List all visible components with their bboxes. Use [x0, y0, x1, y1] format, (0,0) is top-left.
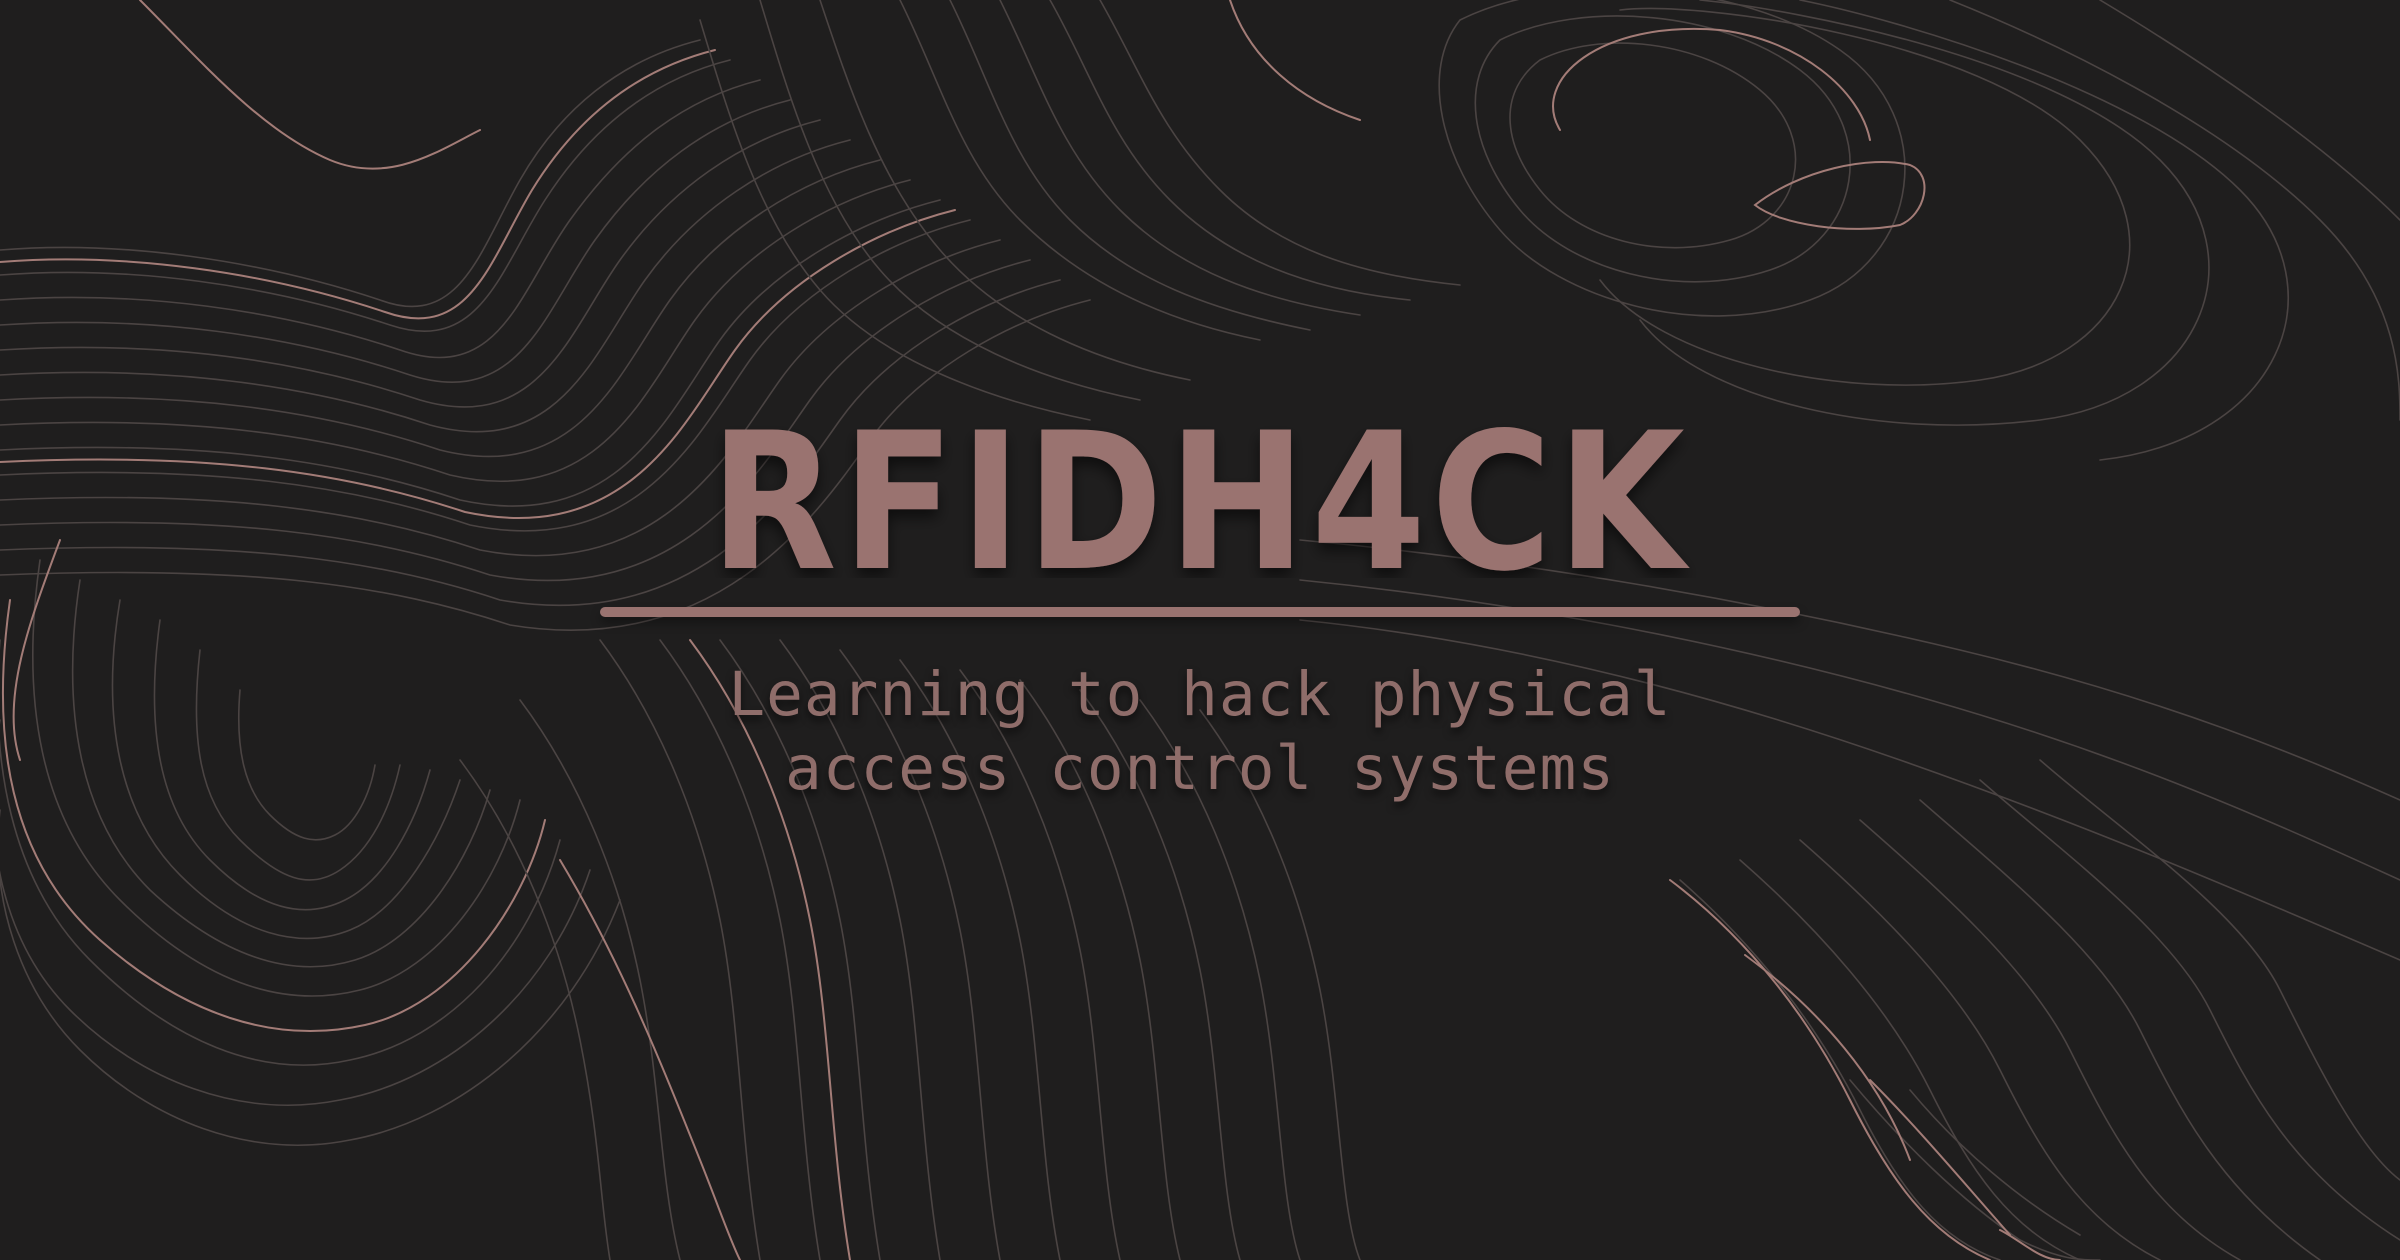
tagline-line-1: Learning to hack physical — [728, 659, 1672, 730]
divider-line — [600, 607, 1800, 617]
hero-content: RFIDH4CK Learning to hack physical acces… — [0, 0, 2400, 1260]
logo-text: RFIDH4CK — [710, 418, 1690, 578]
tagline: Learning to hack physical access control… — [500, 658, 1900, 806]
rfidhack-logo: RFIDH4CK — [710, 418, 1690, 578]
tagline-line-2: access control systems — [785, 733, 1615, 804]
hero-banner: RFIDH4CK Learning to hack physical acces… — [0, 0, 2400, 1260]
